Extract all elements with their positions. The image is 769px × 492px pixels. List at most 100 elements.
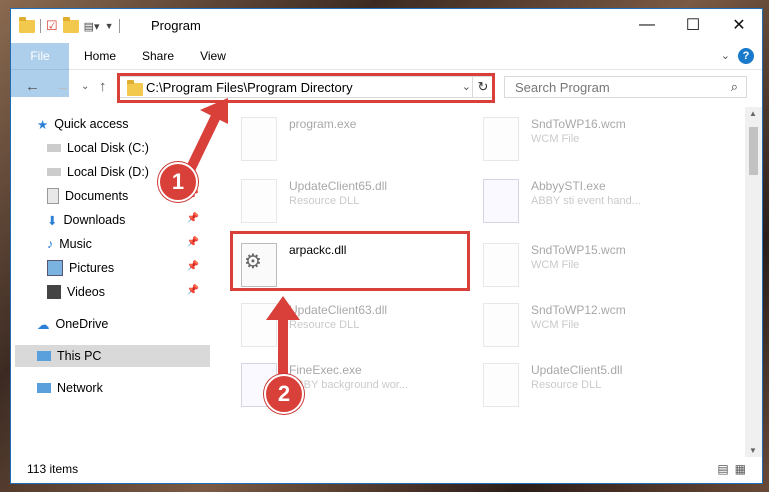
file-type: WCM File (531, 259, 580, 271)
status-bar: 113 items ▤▦ (11, 455, 762, 483)
tab-view[interactable]: View (191, 43, 235, 69)
recent-locations-button[interactable]: ⌄ (81, 81, 89, 92)
divider (118, 19, 120, 33)
tab-share[interactable]: Share (133, 43, 183, 69)
file-name: FineExec.exe (289, 363, 362, 377)
download-icon: ⬇ (47, 213, 58, 228)
back-button[interactable]: ← (25, 78, 40, 95)
file-item[interactable]: UpdateClient65.dll Resource DLL (241, 173, 481, 227)
properties-icon[interactable]: ☑ (46, 18, 58, 34)
network-icon (37, 383, 51, 393)
up-button[interactable]: ↑ (99, 78, 107, 95)
file-name: program.exe (289, 117, 357, 131)
expand-ribbon-icon[interactable]: ⌄ (721, 49, 730, 62)
cloud-icon: ☁ (37, 317, 50, 332)
sidebar-item-network[interactable]: Network (37, 377, 232, 399)
file-type: Resource DLL (289, 195, 360, 207)
file-item[interactable]: UpdateClient63.dll Resource DLL (241, 297, 481, 351)
search-box[interactable]: Search Program ⌕ (504, 76, 747, 98)
pin-icon[interactable]: 📌 (187, 261, 199, 272)
sidebar-item-label: This PC (57, 349, 102, 363)
search-placeholder: Search Program (515, 80, 610, 95)
tab-home[interactable]: Home (75, 43, 125, 69)
videos-icon (47, 285, 61, 299)
file-item[interactable]: SndToWP12.wcm WCM File (483, 297, 723, 351)
file-type: Resource DLL (531, 379, 602, 391)
music-icon: ♪ (47, 237, 54, 251)
sidebar-item-pictures[interactable]: Pictures 📌 (47, 257, 207, 279)
pin-icon[interactable]: 📌 (187, 285, 199, 296)
vertical-scrollbar[interactable]: ▲ ▼ (745, 107, 762, 457)
file-type: WCM File (531, 133, 580, 145)
star-icon: ★ (37, 117, 49, 132)
address-highlight-box (117, 73, 495, 103)
file-type: Resource DLL (289, 319, 360, 331)
drive-icon (47, 168, 61, 176)
pin-icon[interactable]: 📌 (187, 213, 199, 224)
file-name: UpdateClient5.dll (531, 363, 623, 377)
file-name: SndToWP12.wcm (531, 303, 626, 317)
dll-file-icon (241, 179, 277, 223)
file-type: ABBY background wor... (289, 379, 409, 391)
new-folder-icon[interactable] (62, 16, 79, 33)
file-item[interactable]: program.exe (241, 111, 481, 165)
sidebar-item-label: Music (59, 237, 92, 251)
pin-icon[interactable]: 📌 (187, 237, 199, 248)
file-type: ABBY sti event hand... (531, 195, 641, 207)
scroll-up-icon[interactable]: ▲ (749, 109, 757, 118)
documents-icon (47, 188, 59, 204)
file-name: UpdateClient63.dll (289, 303, 388, 317)
file-highlight-box (230, 231, 470, 291)
sidebar-item-label: Pictures (69, 261, 115, 275)
forward-button[interactable]: → (55, 78, 70, 95)
file-name: SndToWP15.wcm (531, 243, 626, 257)
help-button[interactable]: ? (738, 48, 754, 64)
sidebar-item-onedrive[interactable]: ☁ OneDrive (37, 313, 232, 335)
file-item[interactable]: SndToWP15.wcm WCM File (483, 237, 723, 291)
drive-icon (47, 144, 61, 152)
customize-icon[interactable]: ▤▾ (84, 20, 100, 33)
pictures-icon (47, 260, 63, 276)
window-title: Program (151, 18, 201, 33)
file-name: AbbyySTI.exe (531, 179, 606, 193)
sidebar-item-label: Videos (67, 285, 105, 299)
sidebar-item-videos[interactable]: Videos 📌 (47, 281, 207, 303)
sidebar-item-downloads[interactable]: ⬇ Downloads 📌 (47, 209, 207, 231)
search-icon: ⌕ (730, 79, 738, 94)
file-item[interactable]: AbbyySTI.exe ABBY sti event hand... (483, 173, 723, 227)
file-icon (483, 117, 519, 161)
sidebar-item-quick-access[interactable]: ★ Quick access (37, 113, 232, 135)
quick-access-toolbar: ☑ ▤▾ ▼ (19, 16, 120, 34)
sidebar-item-label: Quick access (54, 117, 129, 131)
close-button[interactable]: ✕ (716, 9, 762, 41)
scrollbar-thumb[interactable] (749, 127, 758, 175)
exe-file-icon (483, 179, 519, 223)
title-bar: ☑ ▤▾ ▼ Program — ☐ ✕ (11, 9, 762, 43)
sidebar-item-label: Network (57, 381, 103, 395)
view-toggle-icons[interactable]: ▤▦ (717, 462, 752, 476)
sidebar-item-label: OneDrive (55, 317, 109, 331)
dll-file-icon (241, 303, 277, 347)
computer-icon (37, 351, 51, 361)
sidebar-item-label: Local Disk (C:) (67, 141, 149, 155)
file-name: UpdateClient65.dll (289, 179, 388, 193)
scroll-down-icon[interactable]: ▼ (749, 446, 757, 455)
folder-icon (19, 16, 35, 33)
file-icon (483, 303, 519, 347)
dll-file-icon (483, 363, 519, 407)
step-badge-one: 1 (158, 162, 198, 202)
sidebar-item-this-pc[interactable]: This PC (15, 345, 210, 367)
dropdown-icon[interactable]: ▼ (105, 21, 114, 31)
sidebar-item-label: Downloads (63, 213, 126, 227)
file-item[interactable]: UpdateClient5.dll Resource DLL (483, 357, 723, 411)
file-item[interactable]: SndToWP16.wcm WCM File (483, 111, 723, 165)
minimize-button[interactable]: — (624, 9, 670, 41)
divider (40, 19, 41, 33)
maximize-button[interactable]: ☐ (670, 9, 716, 41)
sidebar-item-music[interactable]: ♪ Music 📌 (47, 233, 207, 255)
ribbon-tabs: File Home Share View ⌄ ? (11, 43, 762, 97)
file-type: WCM File (531, 319, 580, 331)
sidebar-item-label: Local Disk (D:) (67, 165, 149, 179)
exe-file-icon (241, 117, 277, 161)
file-icon (483, 243, 519, 287)
